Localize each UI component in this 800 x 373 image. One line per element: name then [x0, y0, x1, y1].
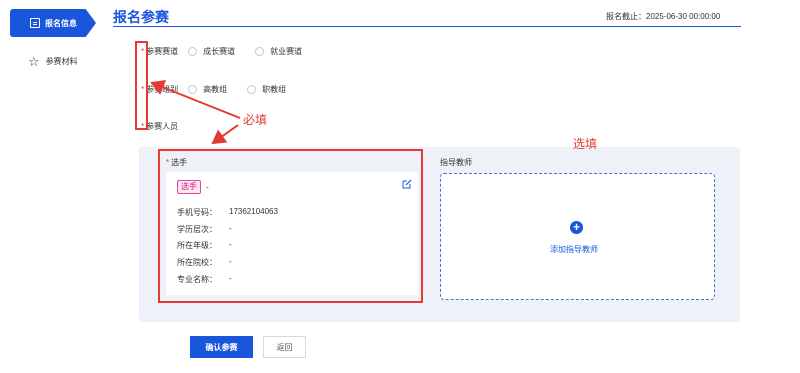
radio-vocational-education[interactable]: 职教组	[247, 84, 286, 95]
radio-circle-icon[interactable]	[188, 85, 198, 94]
form-icon	[30, 18, 40, 28]
radio-label: 职教组	[262, 85, 287, 94]
back-button[interactable]: 返回	[263, 336, 306, 358]
confirm-entry-button[interactable]: 确认参赛	[190, 336, 253, 358]
optional-annotation: 选填	[573, 137, 598, 151]
track-row: * 参赛赛道 成长赛道 就业赛道	[141, 46, 302, 57]
required-annotation: 必填	[243, 113, 268, 127]
sidebar-item-registration-info[interactable]: 报名信息	[10, 9, 96, 37]
deadline-text: 报名截止：2025-06-30 00:00:00	[606, 12, 721, 21]
add-mentor-area[interactable]	[440, 173, 715, 300]
mentor-section-label: 指导教师	[440, 158, 472, 167]
required-highlight-box	[135, 41, 148, 130]
radio-employment-track[interactable]: 就业赛道	[255, 46, 302, 57]
track-label: 参赛赛道	[146, 47, 179, 56]
radio-label: 成长赛道	[203, 47, 236, 56]
title-divider	[113, 26, 741, 27]
plus-circle-icon[interactable]: +	[570, 221, 583, 234]
radio-higher-education[interactable]: 高教组	[188, 84, 227, 95]
radio-label: 就业赛道	[270, 47, 303, 56]
group-row: * 参赛组别 高教组 职教组	[141, 84, 286, 95]
radio-circle-icon[interactable]	[188, 47, 198, 56]
add-mentor-button[interactable]: 添加指导教师	[550, 244, 598, 255]
radio-label: 高教组	[203, 85, 228, 94]
page-title: 报名参赛	[113, 9, 169, 25]
members-label: 参赛人员	[146, 122, 179, 131]
sidebar-item-label: 报名信息	[45, 18, 77, 28]
star-icon: ☆	[28, 54, 40, 69]
sidebar-item-label: 参赛材料	[45, 57, 78, 66]
radio-circle-icon[interactable]	[255, 47, 265, 56]
group-label: 参赛组别	[146, 85, 179, 94]
radio-growth-track[interactable]: 成长赛道	[188, 46, 235, 57]
player-highlight-box	[158, 149, 423, 303]
sidebar-item-materials[interactable]: ☆ 参赛材料	[28, 55, 78, 68]
radio-circle-icon[interactable]	[247, 85, 257, 94]
